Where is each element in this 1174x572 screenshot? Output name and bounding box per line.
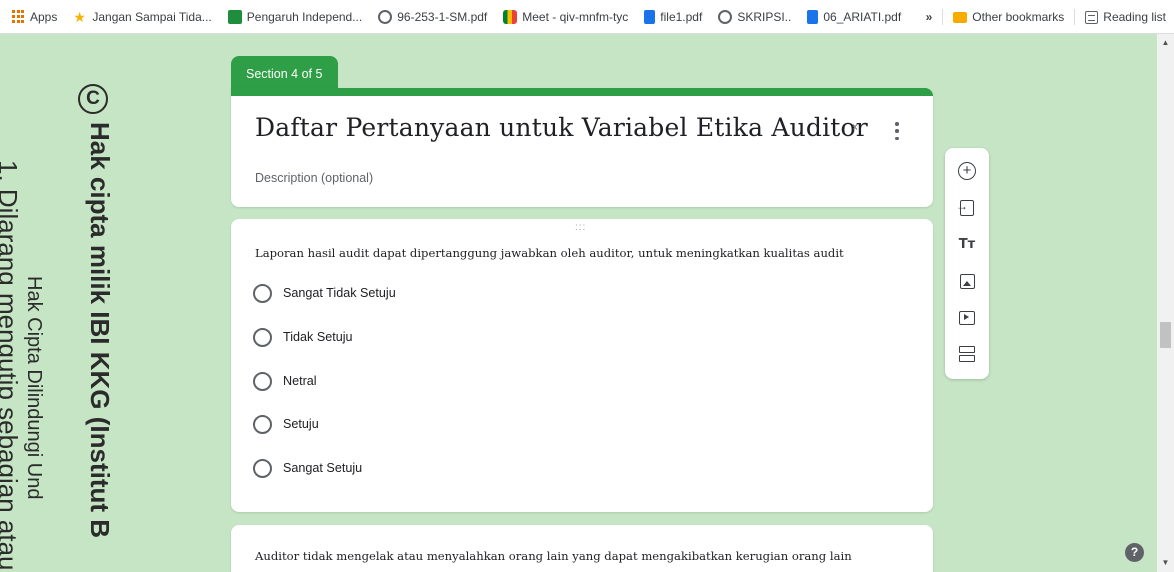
bookmark-item[interactable]: Meet - qiv-mnfm-tyc bbox=[503, 9, 628, 24]
option-label: Netral bbox=[283, 374, 317, 388]
reading-list-icon bbox=[1085, 10, 1099, 24]
option-label: Sangat Tidak Setuju bbox=[283, 286, 396, 300]
other-bookmarks-button[interactable]: Other bookmarks bbox=[953, 10, 1064, 24]
scroll-thumb[interactable] bbox=[1160, 322, 1171, 348]
divider bbox=[942, 9, 944, 25]
scroll-down-icon[interactable]: ▼ bbox=[1157, 556, 1174, 570]
radio-button[interactable] bbox=[253, 371, 272, 391]
folder-icon bbox=[953, 11, 968, 23]
question-text: Laporan hasil audit dapat dipertanggung … bbox=[255, 246, 844, 260]
divider bbox=[1074, 9, 1076, 25]
add-section-icon[interactable] bbox=[957, 344, 977, 364]
bookmarks-right: » Other bookmarks Reading list bbox=[926, 0, 1166, 34]
reading-list-button[interactable]: Reading list bbox=[1085, 10, 1166, 24]
sheet-icon bbox=[227, 9, 242, 24]
add-title-icon[interactable]: Tт bbox=[957, 234, 977, 254]
radio-option[interactable]: Tidak Setuju bbox=[253, 327, 353, 347]
copyright-icon: C bbox=[78, 84, 108, 114]
apps-grid-icon bbox=[12, 10, 25, 23]
more-options-icon[interactable] bbox=[894, 122, 900, 140]
meet-icon bbox=[503, 9, 518, 24]
bookmark-item[interactable]: ★ Jangan Sampai Tida... bbox=[73, 10, 211, 24]
radio-button[interactable] bbox=[253, 458, 272, 478]
watermark-line-1: Hak cipta milik IBI KKG (Institut B bbox=[85, 122, 115, 539]
radio-option[interactable]: Sangat Tidak Setuju bbox=[253, 283, 396, 303]
file-icon bbox=[644, 9, 656, 24]
globe-icon bbox=[378, 9, 393, 24]
question-card[interactable]: ::: Laporan hasil audit dapat dipertangg… bbox=[231, 219, 933, 512]
help-icon[interactable]: ? bbox=[1125, 543, 1144, 562]
radio-button[interactable] bbox=[253, 283, 272, 303]
bookmark-item[interactable]: SKRIPSI.. bbox=[718, 9, 791, 24]
add-question-icon[interactable]: + bbox=[958, 162, 976, 180]
drag-handle-icon[interactable]: ::: bbox=[575, 223, 586, 233]
bookmark-item[interactable]: Pengaruh Independ... bbox=[227, 9, 362, 24]
radio-option[interactable]: Setuju bbox=[253, 414, 319, 434]
radio-button[interactable] bbox=[253, 414, 272, 434]
collapse-icon[interactable]: ⌄ ⌃ bbox=[848, 119, 862, 142]
radio-button[interactable] bbox=[253, 327, 272, 347]
bookmarks-bar: Apps ★ Jangan Sampai Tida... Pengaruh In… bbox=[0, 0, 1174, 34]
scroll-up-icon[interactable]: ▲ bbox=[1157, 36, 1174, 50]
watermark-line-2: Hak Cipta Dilindungi Und bbox=[23, 276, 45, 500]
bookmark-apps[interactable]: Apps bbox=[12, 10, 57, 24]
section-title[interactable]: Daftar Pertanyaan untuk Variabel Etika A… bbox=[255, 113, 868, 142]
add-image-icon[interactable] bbox=[957, 271, 977, 291]
globe-icon bbox=[718, 9, 733, 24]
scrollbar[interactable]: ▲ ▼ bbox=[1157, 34, 1174, 572]
form-toolbar: + Tт bbox=[945, 148, 989, 379]
add-video-icon[interactable] bbox=[957, 308, 977, 328]
bookmark-item[interactable]: 96-253-1-SM.pdf bbox=[378, 9, 487, 24]
section-tab: Section 4 of 5 bbox=[231, 56, 338, 90]
watermark-line-3: 1. Dilarang mengutip sebagian atau s bbox=[0, 160, 23, 572]
radio-option[interactable]: Netral bbox=[253, 371, 317, 391]
radio-option[interactable]: Sangat Setuju bbox=[253, 458, 362, 478]
star-icon: ★ bbox=[73, 8, 86, 25]
question-text: Auditor tidak mengelak atau menyalahkan … bbox=[255, 549, 852, 563]
section-header-card[interactable]: Daftar Pertanyaan untuk Variabel Etika A… bbox=[231, 88, 933, 207]
bookmarks-overflow-button[interactable]: » bbox=[926, 10, 933, 24]
import-questions-icon[interactable] bbox=[956, 198, 977, 218]
bookmark-item[interactable]: file1.pdf bbox=[644, 9, 702, 24]
description-input[interactable]: Description (optional) bbox=[255, 171, 373, 185]
option-label: Tidak Setuju bbox=[283, 330, 353, 344]
question-card[interactable]: Auditor tidak mengelak atau menyalahkan … bbox=[231, 525, 933, 572]
bookmark-item[interactable]: 06_ARIATI.pdf bbox=[807, 9, 901, 24]
option-label: Sangat Setuju bbox=[283, 461, 363, 475]
option-label: Setuju bbox=[283, 417, 319, 431]
file-icon bbox=[807, 9, 819, 24]
